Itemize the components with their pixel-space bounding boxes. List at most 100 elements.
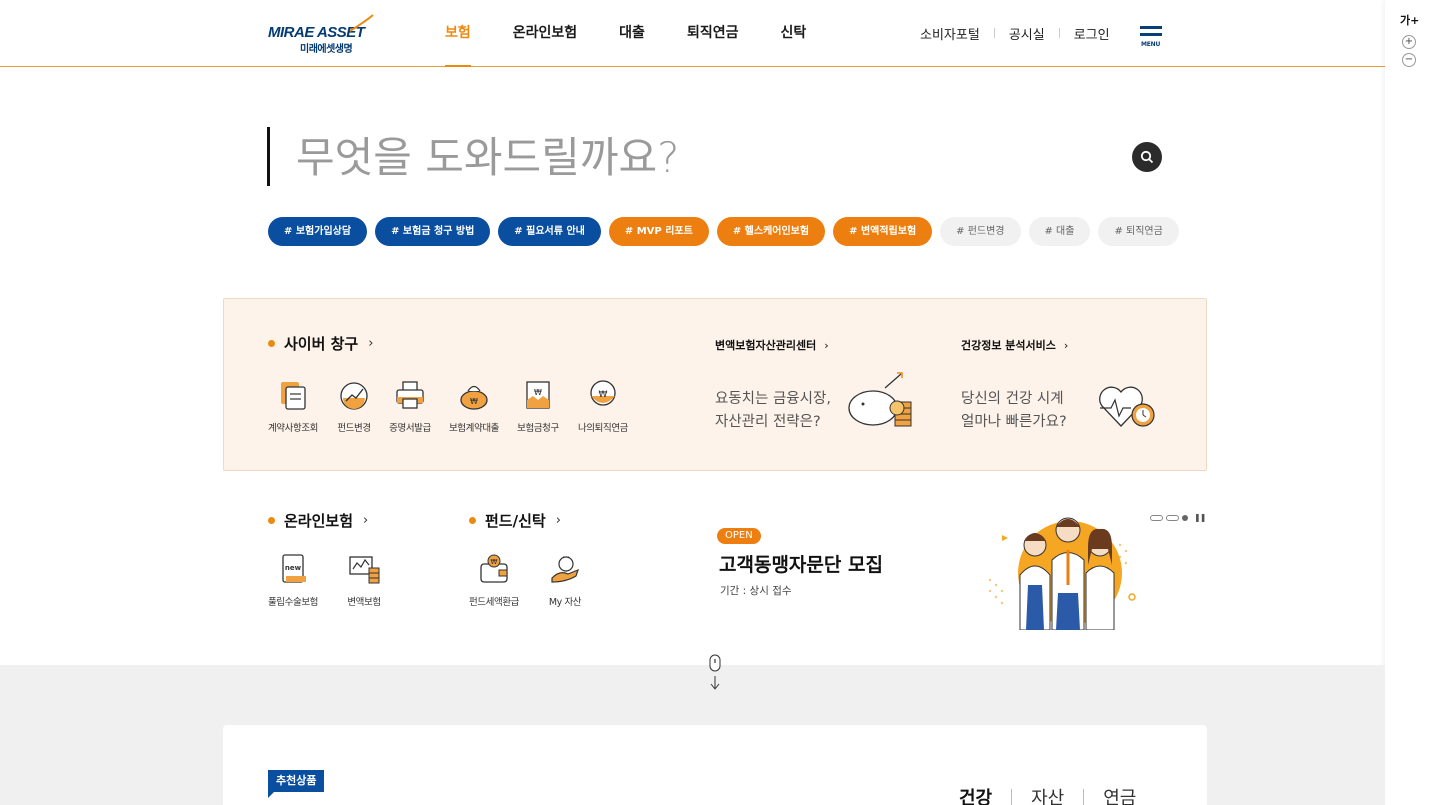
online-insurance-title[interactable]: 온라인보험 ›	[268, 510, 368, 531]
util-divider	[993, 28, 995, 38]
scroll-down-icon	[709, 654, 721, 690]
bullet-dot	[268, 517, 275, 524]
promo-line: 얼마나 빠른가요?	[961, 414, 1067, 430]
pension-icon: ₩	[590, 380, 616, 406]
logo-swoosh-icon	[349, 14, 374, 32]
banner-title[interactable]: 고객동맹자문단 모집	[719, 550, 883, 577]
money-pouch-icon: ₩	[460, 385, 488, 410]
health-analysis-link[interactable]: 건강정보 분석서비스 ›	[961, 337, 1068, 353]
fund-coins-icon	[349, 556, 380, 584]
logo-text-ko: 미래에셋생명	[300, 44, 353, 55]
cyber-window-title[interactable]: 사이버 창구 ›	[268, 333, 373, 354]
nav-trust[interactable]: 신탁	[780, 0, 806, 66]
promo-text: 당신의 건강 시계 얼마나 빠른가요?	[961, 388, 1067, 434]
promo-title-text: 변액보험자산관리센터	[715, 339, 817, 352]
document-icon	[281, 382, 306, 410]
cyber-window-title-text: 사이버 창구	[284, 335, 359, 353]
new-doc-icon: new	[282, 554, 306, 583]
hashtag-chip[interactable]: # 보험금 청구 방법	[375, 217, 491, 246]
customer-panel-illustration[interactable]	[980, 505, 1140, 630]
svg-text:₩: ₩	[534, 388, 542, 397]
hashtag-chip[interactable]: # 필요서류 안내	[498, 217, 601, 246]
search-button[interactable]	[1132, 142, 1162, 172]
menu-label: MENU	[1141, 41, 1161, 48]
hashtag-chip[interactable]: # 대출	[1028, 217, 1091, 246]
piggy-bank-icon	[848, 372, 912, 427]
pager-dot[interactable]	[1166, 514, 1179, 521]
promo-text: 요동치는 금융시장, 자산관리 전략은?	[715, 388, 831, 434]
quick-fund-tax-refund[interactable]: ₩ 펀드세액환급	[458, 552, 530, 608]
quick-my-pension[interactable]: ₩ 나의퇴직연금	[567, 378, 639, 434]
promo-title-text: 건강정보 분석서비스	[961, 339, 1056, 352]
hamburger-icon	[1140, 26, 1162, 29]
quick-online-surgery[interactable]: new 풀립수술보험	[257, 552, 329, 608]
hashtag-chip[interactable]: # 헬스케어인보험	[716, 217, 826, 246]
promo-line: 당신의 건강 시계	[961, 391, 1064, 407]
promo-line: 요동치는 금융시장,	[715, 391, 831, 407]
zoom-out-button[interactable]: −	[1402, 53, 1416, 67]
mirae-asset-logo[interactable]: MIRAE ASSET 미래에셋생명	[268, 14, 378, 55]
hashtag-chip[interactable]: # 펀드변경	[940, 217, 1021, 246]
banner-pager: ❚❚	[1150, 513, 1206, 522]
recommend-badge: 추천상품	[268, 770, 325, 798]
chart-up-icon	[340, 382, 368, 410]
hamburger-icon-bar	[1140, 33, 1162, 36]
quick-label: My 자산	[548, 597, 582, 608]
online-insurance-title-text: 온라인보험	[284, 512, 354, 530]
search-cursor-bar	[267, 127, 270, 186]
util-disclosure[interactable]: 공시실	[1009, 24, 1045, 43]
quick-policy-loan[interactable]: ₩ 보험계약대출	[438, 378, 510, 434]
svg-text:₩: ₩	[599, 390, 608, 400]
quick-claim[interactable]: ₩ 보험금청구	[502, 378, 574, 434]
quick-label: 펀드세액환급	[468, 597, 520, 608]
side-accessibility-bar: 가+ + −	[1385, 0, 1430, 805]
nav-loan[interactable]: 대출	[619, 0, 645, 66]
chevron-right-icon: ›	[1063, 339, 1069, 352]
pager-dot[interactable]	[1150, 514, 1163, 521]
promo-line: 자산관리 전략은?	[715, 414, 821, 430]
pager-dot-active[interactable]	[1182, 514, 1188, 521]
main-nav: 보험 온라인보험 대출 퇴직연금 신탁	[445, 0, 848, 67]
hashtag-chip[interactable]: # MVP 리포트	[608, 217, 709, 246]
nav-pension[interactable]: 퇴직연금	[687, 0, 739, 66]
svg-text:new: new	[285, 564, 302, 572]
nav-online-insurance[interactable]: 온라인보험	[513, 0, 577, 66]
tab-pension[interactable]: 연금	[1103, 784, 1136, 805]
quick-label: 나의퇴직연금	[577, 423, 629, 434]
tab-divider	[1083, 789, 1085, 805]
util-consumer-portal[interactable]: 소비자포털	[920, 24, 980, 43]
tab-divider	[1011, 789, 1013, 805]
banner-period: 기간 : 상시 접수	[720, 585, 792, 597]
menu-button[interactable]: MENU	[1140, 26, 1163, 48]
util-login[interactable]: 로그인	[1074, 24, 1110, 43]
wallet-icon: ₩	[480, 554, 508, 583]
nav-insurance[interactable]: 보험	[445, 0, 471, 67]
hashtag-chip[interactable]: # 변액적립보험	[833, 217, 933, 246]
chevron-right-icon: ›	[363, 513, 369, 528]
tab-health[interactable]: 건강	[959, 784, 992, 805]
quick-label: 풀립수술보험	[267, 597, 319, 608]
variable-asset-center-link[interactable]: 변액보험자산관리센터 ›	[715, 337, 829, 353]
fund-trust-title-text: 펀드/신탁	[485, 512, 546, 530]
quick-label: 변액보험	[347, 597, 381, 608]
hashtag-chip[interactable]: # 퇴직연금	[1098, 217, 1179, 246]
fund-trust-title[interactable]: 펀드/신탁 ›	[469, 510, 561, 531]
pause-icon[interactable]: ❚❚	[1194, 513, 1206, 522]
tab-assets[interactable]: 자산	[1031, 784, 1064, 805]
bullet-dot	[268, 340, 275, 347]
zoom-in-button[interactable]: +	[1402, 35, 1416, 49]
search-input[interactable]	[296, 128, 1116, 186]
printer-icon	[396, 381, 424, 409]
recommend-tabs: 건강 자산 연금	[959, 784, 1136, 805]
font-size-label: 가+	[1400, 14, 1420, 27]
open-badge: OPEN	[717, 528, 761, 544]
chevron-right-icon: ›	[368, 336, 374, 351]
quick-my-assets[interactable]: My 자산	[529, 552, 601, 608]
utility-nav: 소비자포털 공시실 로그인	[920, 0, 1110, 66]
bullet-dot	[469, 517, 476, 524]
hashtag-chip[interactable]: # 보험가입상담	[268, 217, 368, 246]
quick-certificate[interactable]: 증명서발급	[374, 378, 446, 434]
quick-variable-insurance[interactable]: 변액보험	[328, 552, 400, 608]
heart-clock-icon	[1099, 386, 1155, 427]
util-divider	[1058, 28, 1060, 38]
